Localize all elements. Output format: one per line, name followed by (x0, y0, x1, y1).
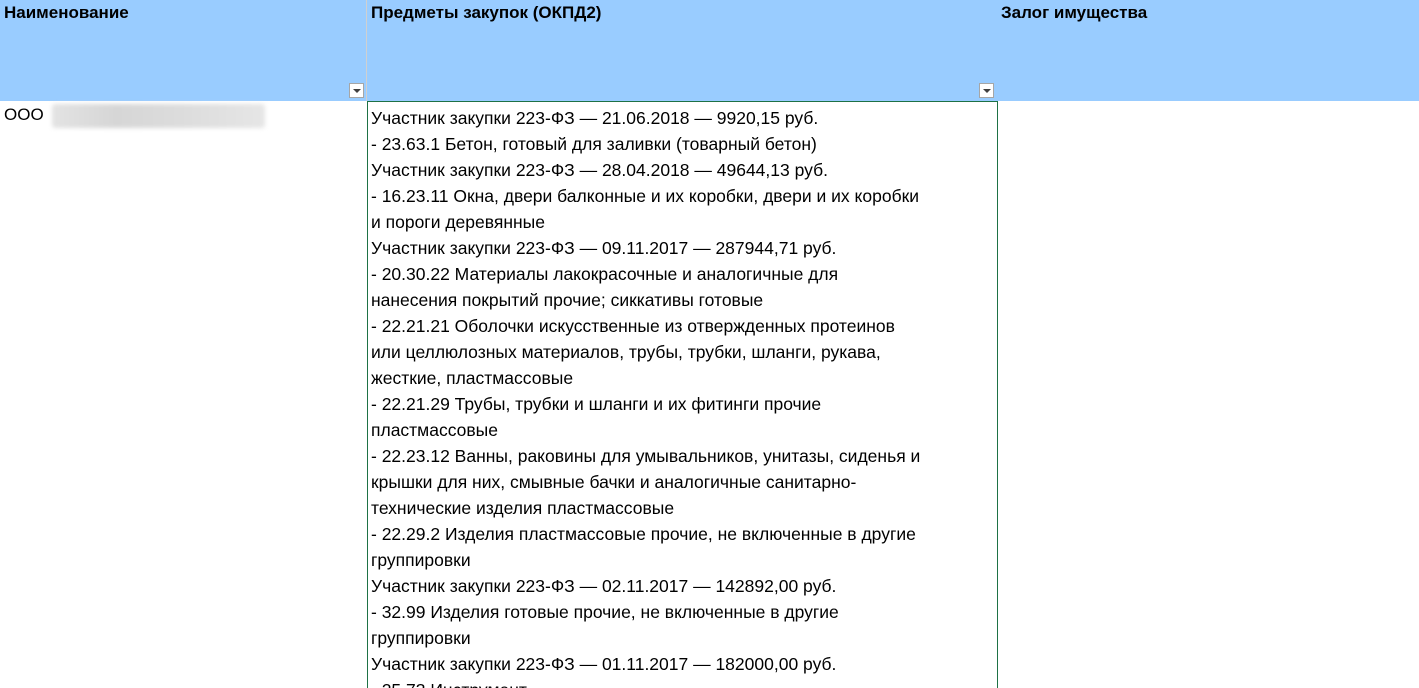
subjects-line: - 22.23.12 Ванны, раковины для умывальни… (371, 446, 921, 466)
subjects-line: - 22.21.21 Оболочки искусственные из отв… (371, 316, 895, 336)
header-label-name: Наименование (4, 3, 129, 22)
subjects-line: - 20.30.22 Материалы лакокрасочные и ана… (371, 264, 839, 284)
header-cell-subjects[interactable]: Предметы закупок (ОКПД2) (367, 0, 998, 101)
filter-dropdown-name[interactable] (349, 83, 364, 98)
subjects-line: нанесения покрытий прочие; сиккативы гот… (371, 290, 764, 310)
header-cell-name[interactable]: Наименование (0, 0, 367, 101)
org-prefix: ООО (4, 105, 44, 124)
subjects-line: жесткие, пластмассовые (371, 368, 574, 388)
subjects-line: - 25.73 Инструмент (371, 677, 993, 688)
subjects-line: группировки (371, 550, 471, 570)
cell-name[interactable]: ООО (0, 101, 367, 688)
subjects-line: Участник закупки 223-ФЗ — 21.06.2018 — 9… (371, 108, 819, 128)
subjects-line: крышки для них, смывные бачки и аналогич… (371, 472, 857, 492)
subjects-line: Участник закупки 223-ФЗ — 02.11.2017 — 1… (371, 576, 837, 596)
header-cell-pledge[interactable]: Залог имущества (998, 0, 1419, 101)
subjects-line: группировки (371, 628, 471, 648)
subjects-line: Участник закупки 223-ФЗ — 01.11.2017 — 1… (371, 654, 837, 674)
cell-pledge[interactable] (998, 101, 1419, 688)
subjects-line: - 22.29.2 Изделия пластмассовые прочие, … (371, 524, 916, 544)
subjects-line: или целлюлозных материалов, трубы, трубк… (371, 342, 881, 362)
chevron-down-icon (352, 88, 361, 93)
cell-subjects-active[interactable]: Участник закупки 223-ФЗ — 21.06.2018 — 9… (367, 101, 998, 688)
table-row: ООО Участник закупки 223-ФЗ — 21.06.2018… (0, 101, 1419, 688)
subjects-line: пластмассовые (371, 420, 498, 440)
chevron-down-icon (982, 88, 991, 93)
redacted-org-name (52, 104, 265, 128)
header-label-pledge: Залог имущества (1001, 3, 1148, 22)
subjects-line: - 16.23.11 Окна, двери балконные и их ко… (371, 186, 920, 206)
subjects-text: Участник закупки 223-ФЗ — 21.06.2018 — 9… (371, 105, 993, 688)
subjects-line: Участник закупки 223-ФЗ — 09.11.2017 — 2… (371, 238, 837, 258)
subjects-line: - 23.63.1 Бетон, готовый для заливки (то… (371, 134, 817, 154)
spreadsheet: Наименование Предметы закупок (ОКПД2) За… (0, 0, 1419, 688)
subjects-line: - 22.21.29 Трубы, трубки и шланги и их ф… (371, 394, 822, 414)
subjects-line: и пороги деревянные (371, 212, 545, 232)
header-row: Наименование Предметы закупок (ОКПД2) За… (0, 0, 1419, 101)
header-label-subjects: Предметы закупок (ОКПД2) (371, 3, 602, 22)
subjects-line: - 32.99 Изделия готовые прочие, не включ… (371, 602, 839, 622)
filter-dropdown-subjects[interactable] (979, 83, 994, 98)
subjects-line: Участник закупки 223-ФЗ — 28.04.2018 — 4… (371, 160, 828, 180)
subjects-line: технические изделия пластмассовые (371, 498, 675, 518)
